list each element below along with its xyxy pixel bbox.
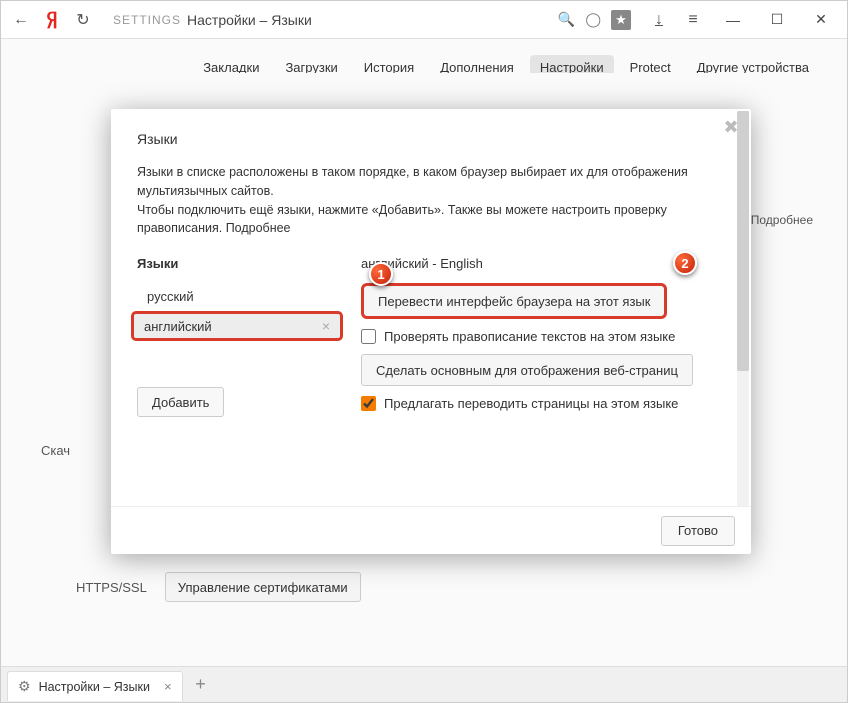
minimize-button[interactable]: — bbox=[711, 3, 755, 37]
add-language-button[interactable]: Добавить bbox=[137, 387, 224, 417]
bg-download-label: Скач bbox=[41, 443, 70, 458]
callout-2: 2 bbox=[673, 251, 697, 275]
translate-ui-button[interactable]: Перевести интерфейс браузера на этот язы… bbox=[361, 283, 667, 319]
selected-language-title: английский - English bbox=[361, 256, 725, 271]
remove-language-icon[interactable]: × bbox=[322, 318, 330, 334]
https-ssl-label: HTTPS/SSL bbox=[76, 580, 147, 595]
manage-certificates-button[interactable]: Управление сертификатами bbox=[165, 572, 361, 602]
yandex-logo[interactable] bbox=[39, 10, 67, 30]
address-prefix: SETTINGS bbox=[113, 13, 181, 27]
close-button[interactable]: ✕ bbox=[799, 3, 843, 37]
tab-close-icon[interactable]: × bbox=[164, 679, 172, 694]
dialog-footer: Готово bbox=[111, 506, 751, 554]
address-bar[interactable]: SETTINGS Настройки – Языки 🔍 ◯ ★ bbox=[107, 7, 637, 33]
dialog-title: Языки bbox=[137, 131, 725, 147]
language-detail-panel: английский - English Перевести интерфейс… bbox=[361, 256, 725, 492]
dialog-more-link[interactable]: Подробнее bbox=[226, 221, 291, 235]
hamburger-menu-icon[interactable]: ≡ bbox=[677, 4, 709, 36]
dialog-description: Языки в списке расположены в таком поряд… bbox=[137, 163, 725, 238]
offer-translate-checkbox[interactable] bbox=[361, 396, 376, 411]
languages-dialog: ✖ Языки Языки в списке расположены в так… bbox=[111, 109, 751, 554]
back-button[interactable]: ← bbox=[5, 4, 37, 36]
dialog-scrollbar-thumb[interactable] bbox=[737, 111, 749, 371]
bg-more-link[interactable]: Подробнее bbox=[751, 213, 813, 227]
shield-icon[interactable]: ◯ bbox=[585, 11, 601, 28]
reload-button[interactable]: ↻ bbox=[67, 4, 99, 36]
gear-icon: ⚙ bbox=[18, 678, 31, 695]
set-default-pages-button[interactable]: Сделать основным для отображения веб-стр… bbox=[361, 354, 693, 386]
spellcheck-checkbox[interactable] bbox=[361, 329, 376, 344]
active-tab[interactable]: ⚙ Настройки – Языки × bbox=[7, 671, 183, 701]
spellcheck-checkbox-row[interactable]: Проверять правописание текстов на этом я… bbox=[361, 329, 725, 344]
tab-label: Настройки – Языки bbox=[39, 680, 150, 694]
downloads-icon[interactable]: ↓ bbox=[643, 4, 675, 36]
maximize-button[interactable]: ☐ bbox=[755, 3, 799, 37]
search-icon[interactable]: 🔍 bbox=[558, 11, 575, 28]
callout-1: 1 bbox=[369, 262, 393, 286]
language-row-russian[interactable]: русский bbox=[137, 281, 337, 311]
done-button[interactable]: Готово bbox=[661, 516, 735, 546]
new-tab-button[interactable]: + bbox=[189, 673, 213, 697]
browser-toolbar: ← ↻ SETTINGS Настройки – Языки 🔍 ◯ ★ ↓ ≡… bbox=[1, 1, 847, 39]
tab-strip: ⚙ Настройки – Языки × + bbox=[1, 666, 847, 702]
language-list-header: Языки bbox=[137, 256, 337, 271]
language-row-english[interactable]: английский × bbox=[131, 311, 343, 341]
bookmark-star-icon[interactable]: ★ bbox=[611, 10, 631, 30]
address-title: Настройки – Языки bbox=[187, 12, 312, 28]
offer-translate-checkbox-row[interactable]: Предлагать переводить страницы на этом я… bbox=[361, 396, 725, 411]
language-list: Языки русский английский × Добавить bbox=[137, 256, 337, 492]
